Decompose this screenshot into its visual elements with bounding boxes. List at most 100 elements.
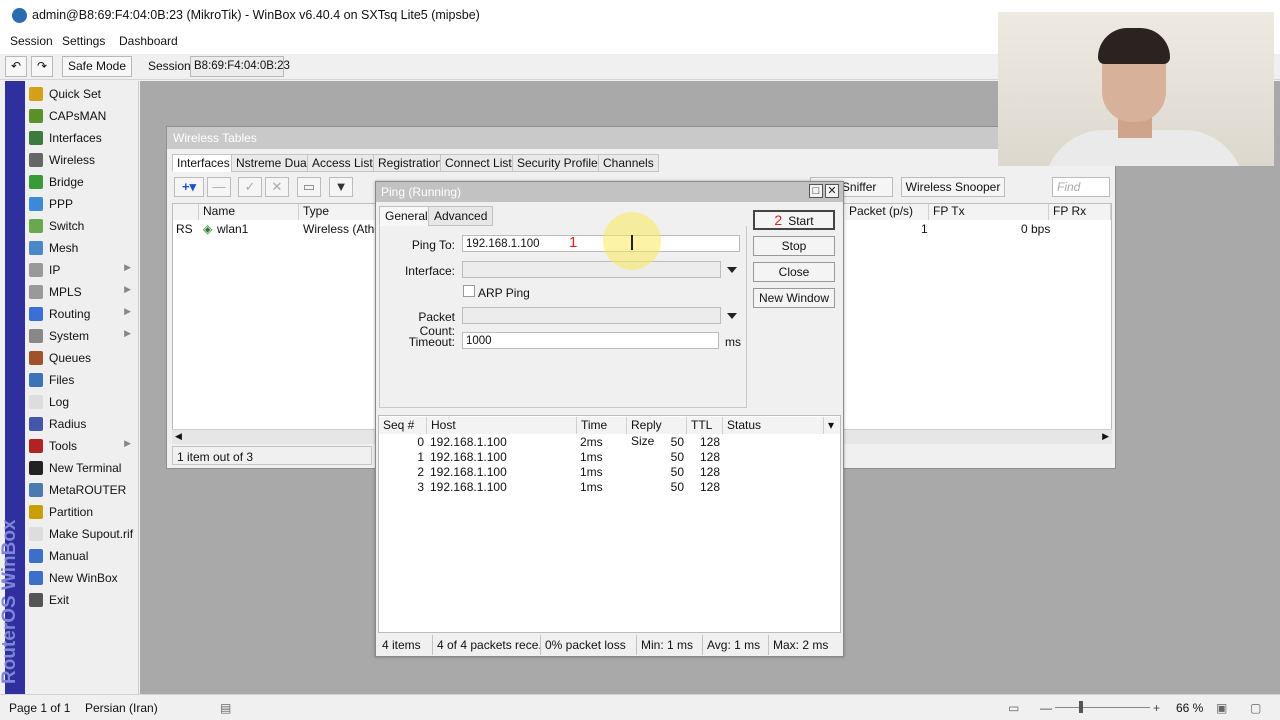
sidebar-item-files[interactable]: Files: [25, 369, 139, 391]
col-host[interactable]: Host: [427, 417, 577, 434]
zoom-slider[interactable]: [1055, 707, 1150, 708]
sidebar-item-new-terminal[interactable]: New Terminal: [25, 457, 139, 479]
tab-interfaces[interactable]: Interfaces: [172, 154, 235, 172]
tab-advanced[interactable]: Advanced: [428, 206, 494, 226]
scroll-right-icon[interactable]: ▶: [1102, 431, 1109, 442]
fit-width-icon[interactable]: ▢: [1250, 701, 1261, 715]
sidebar-item-label: Partition: [49, 505, 94, 519]
col-fp-tx[interactable]: FP Tx: [929, 204, 1049, 220]
sidebar-item-queues[interactable]: Queues: [25, 347, 139, 369]
sidebar-item-exit[interactable]: Exit: [25, 589, 139, 611]
safe-mode-button[interactable]: Safe Mode: [62, 56, 132, 77]
ping-to-input[interactable]: 192.168.1.100: [462, 235, 740, 252]
row-ttl: 128: [699, 480, 720, 494]
fit-page-icon[interactable]: ▣: [1216, 701, 1227, 715]
sidebar-item-interfaces[interactable]: Interfaces: [25, 127, 139, 149]
col-fp-rx[interactable]: FP Rx: [1049, 204, 1111, 220]
wireless-snooper-button[interactable]: Wireless Snooper: [901, 177, 1005, 197]
col-ttl[interactable]: TTL: [687, 417, 723, 434]
find-input[interactable]: Find: [1052, 177, 1110, 197]
col-reply-size[interactable]: Reply Size: [627, 417, 687, 448]
ping-row[interactable]: 0 192.168.1.100 2ms 50 128: [379, 435, 824, 450]
menu-session[interactable]: Session: [10, 34, 53, 48]
ping-row[interactable]: 3 192.168.1.100 1ms 50 128: [379, 480, 824, 495]
timeout-input[interactable]: 1000: [462, 332, 719, 349]
redo-button[interactable]: ↷: [31, 56, 53, 77]
packet-count-dropdown-icon[interactable]: [727, 313, 737, 319]
tab-access-list[interactable]: Access List: [307, 154, 378, 172]
arp-ping-label: ARP Ping: [478, 286, 530, 300]
tab-channels[interactable]: Channels: [598, 154, 659, 172]
col-time[interactable]: Time: [577, 417, 627, 434]
ping-row[interactable]: 1 192.168.1.100 1ms 50 128: [379, 450, 824, 465]
row-size: 50: [670, 435, 684, 449]
tab-registration[interactable]: Registration: [373, 154, 448, 172]
remove-icon[interactable]: —: [207, 177, 231, 197]
sidebar-item-system[interactable]: System ▶: [25, 325, 139, 347]
col-packet[interactable]: Packet (p/s): [845, 204, 929, 220]
step-marker-2: 2: [774, 212, 783, 228]
step-marker-1: 1: [569, 234, 578, 251]
interface-dropdown-icon[interactable]: [727, 267, 737, 273]
sidebar-item-manual[interactable]: Manual: [25, 545, 139, 567]
zoom-slider-handle[interactable]: [1079, 701, 1083, 713]
col-seq[interactable]: Seq #: [379, 417, 427, 434]
stop-button[interactable]: Stop: [753, 236, 835, 256]
sidebar-item-make-supout-rif[interactable]: Make Supout.rif: [25, 523, 139, 545]
sidebar-item-switch[interactable]: Switch: [25, 215, 139, 237]
tab-nstreme-dual[interactable]: Nstreme Dual: [231, 154, 315, 172]
sidebar-item-mesh[interactable]: Mesh: [25, 237, 139, 259]
tab-security-profiles[interactable]: Security Profiles: [512, 154, 609, 172]
new-window-button[interactable]: New Window: [753, 288, 835, 308]
sidebar-item-log[interactable]: Log: [25, 391, 139, 413]
col-name[interactable]: Name: [199, 204, 299, 220]
maximize-icon[interactable]: □: [809, 184, 823, 198]
col-type[interactable]: Type: [299, 204, 379, 220]
tab-general[interactable]: General: [379, 206, 434, 226]
sidebar-item-capsman[interactable]: CAPsMAN: [25, 105, 139, 127]
sidebar-item-tools[interactable]: Tools ▶: [25, 435, 139, 457]
sidebar-item-label: PPP: [49, 197, 74, 211]
sidebar-item-metarouter[interactable]: MetaROUTER: [25, 479, 139, 501]
menu-settings[interactable]: Settings: [62, 34, 105, 48]
sidebar-item-label: Routing: [49, 307, 91, 321]
sidebar-item-ip[interactable]: IP ▶: [25, 259, 139, 281]
col-flags[interactable]: [173, 204, 199, 220]
packet-count-input[interactable]: [462, 307, 721, 324]
sidebar-item-partition[interactable]: Partition: [25, 501, 139, 523]
menu-dashboard[interactable]: Dashboard: [119, 34, 178, 48]
add-icon[interactable]: +▾: [174, 177, 204, 197]
sidebar-item-radius[interactable]: Radius: [25, 413, 139, 435]
row-seq: 0: [417, 435, 424, 449]
disable-icon[interactable]: ✕: [265, 177, 289, 197]
winbox-icon: [29, 571, 43, 585]
columns-dropdown-icon[interactable]: ▾: [824, 417, 840, 434]
ping-to-label: Ping To:: [411, 238, 455, 252]
comment-icon[interactable]: ▭: [297, 177, 321, 197]
submenu-arrow-icon: ▶: [124, 438, 131, 448]
sidebar-item-ppp[interactable]: PPP: [25, 193, 139, 215]
filter-icon[interactable]: ▼: [329, 177, 353, 197]
sidebar-item-wireless[interactable]: Wireless: [25, 149, 139, 171]
sidebar-item-routing[interactable]: Routing ▶: [25, 303, 139, 325]
undo-button[interactable]: ↶: [5, 56, 27, 77]
enable-icon[interactable]: ✓: [238, 177, 262, 197]
zoom-in-icon[interactable]: +: [1153, 701, 1160, 715]
start-button[interactable]: 2 Start: [753, 210, 835, 230]
close-window-icon[interactable]: ✕: [825, 184, 839, 198]
interface-select[interactable]: [462, 261, 721, 278]
tab-connect-list[interactable]: Connect List: [440, 154, 517, 172]
sidebar-item-quick-set[interactable]: Quick Set: [25, 83, 139, 105]
close-button[interactable]: Close: [753, 262, 835, 282]
proofing-icon[interactable]: ▤: [220, 701, 231, 715]
zoom-out-icon[interactable]: —: [1040, 701, 1052, 715]
focus-mode-icon[interactable]: ▭: [1008, 701, 1019, 715]
ping-row[interactable]: 2 192.168.1.100 1ms 50 128: [379, 465, 824, 480]
sidebar-item-label: Queues: [49, 351, 92, 365]
col-status[interactable]: Status: [723, 417, 824, 434]
sidebar-item-new-winbox[interactable]: New WinBox: [25, 567, 139, 589]
sidebar-item-mpls[interactable]: MPLS ▶: [25, 281, 139, 303]
sidebar-item-bridge[interactable]: Bridge: [25, 171, 139, 193]
scroll-left-icon[interactable]: ◀: [175, 431, 182, 442]
arp-ping-checkbox[interactable]: [463, 285, 475, 297]
